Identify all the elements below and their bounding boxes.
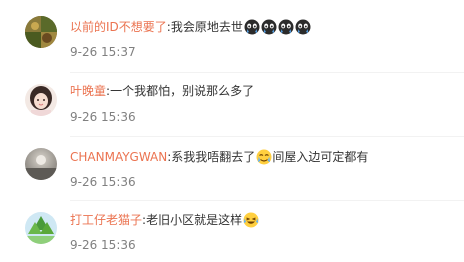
comment-text: 老旧小区就是这样 [146,213,243,227]
comment-time: 9-26 15:36 [70,175,136,189]
laughing-tears-face-icon [243,212,259,228]
crying-face-icon [261,19,277,35]
comment-time: 9-26 15:37 [70,45,136,59]
crying-face-icon [295,19,311,35]
avatar[interactable] [25,84,57,116]
username-link[interactable]: 以前的ID不想要了 [70,18,167,36]
comment-text: 系我我唔翻去了 [171,150,256,164]
comment-line: 打工仔老猫子 : 老旧小区就是这样 [70,211,259,229]
avatar[interactable] [25,212,57,244]
username-link[interactable]: CHANMAYGWAN [70,148,167,166]
divider [70,72,464,73]
tearful-face-icon [256,149,272,165]
comment-item: CHANMAYGWAN : 系我我唔翻去了 间屋入边可定都有 9-26 15:3… [0,138,464,198]
comment-time: 9-26 15:36 [70,110,136,124]
comment-time: 9-26 15:36 [70,238,136,252]
comment-line: CHANMAYGWAN : 系我我唔翻去了 间屋入边可定都有 [70,148,368,166]
comment-line: 以前的ID不想要了 : 我会原地去世 [70,18,311,36]
divider [70,200,464,201]
username-link[interactable]: 叶晚童 [70,82,106,100]
comment-line: 叶晚童 : 一个我都怕，别说那么多了 [70,82,254,100]
avatar[interactable] [25,16,57,48]
crying-face-icon [278,19,294,35]
avatar[interactable] [25,148,57,180]
username-link[interactable]: 打工仔老猫子 [70,211,142,229]
comment-text: 我会原地去世 [170,20,243,34]
comment-item: 打工仔老猫子 : 老旧小区就是这样 9-26 15:36 [0,202,464,262]
comment-item: 以前的ID不想要了 : 我会原地去世 9-26 15:37 [0,0,464,60]
crying-face-icon [244,19,260,35]
comment-text-continued: 间屋入边可定都有 [272,150,369,164]
comment-item: 叶晚童 : 一个我都怕，别说那么多了 9-26 15:36 [0,74,464,134]
comment-text: 一个我都怕，别说那么多了 [110,84,255,98]
divider [70,136,464,137]
